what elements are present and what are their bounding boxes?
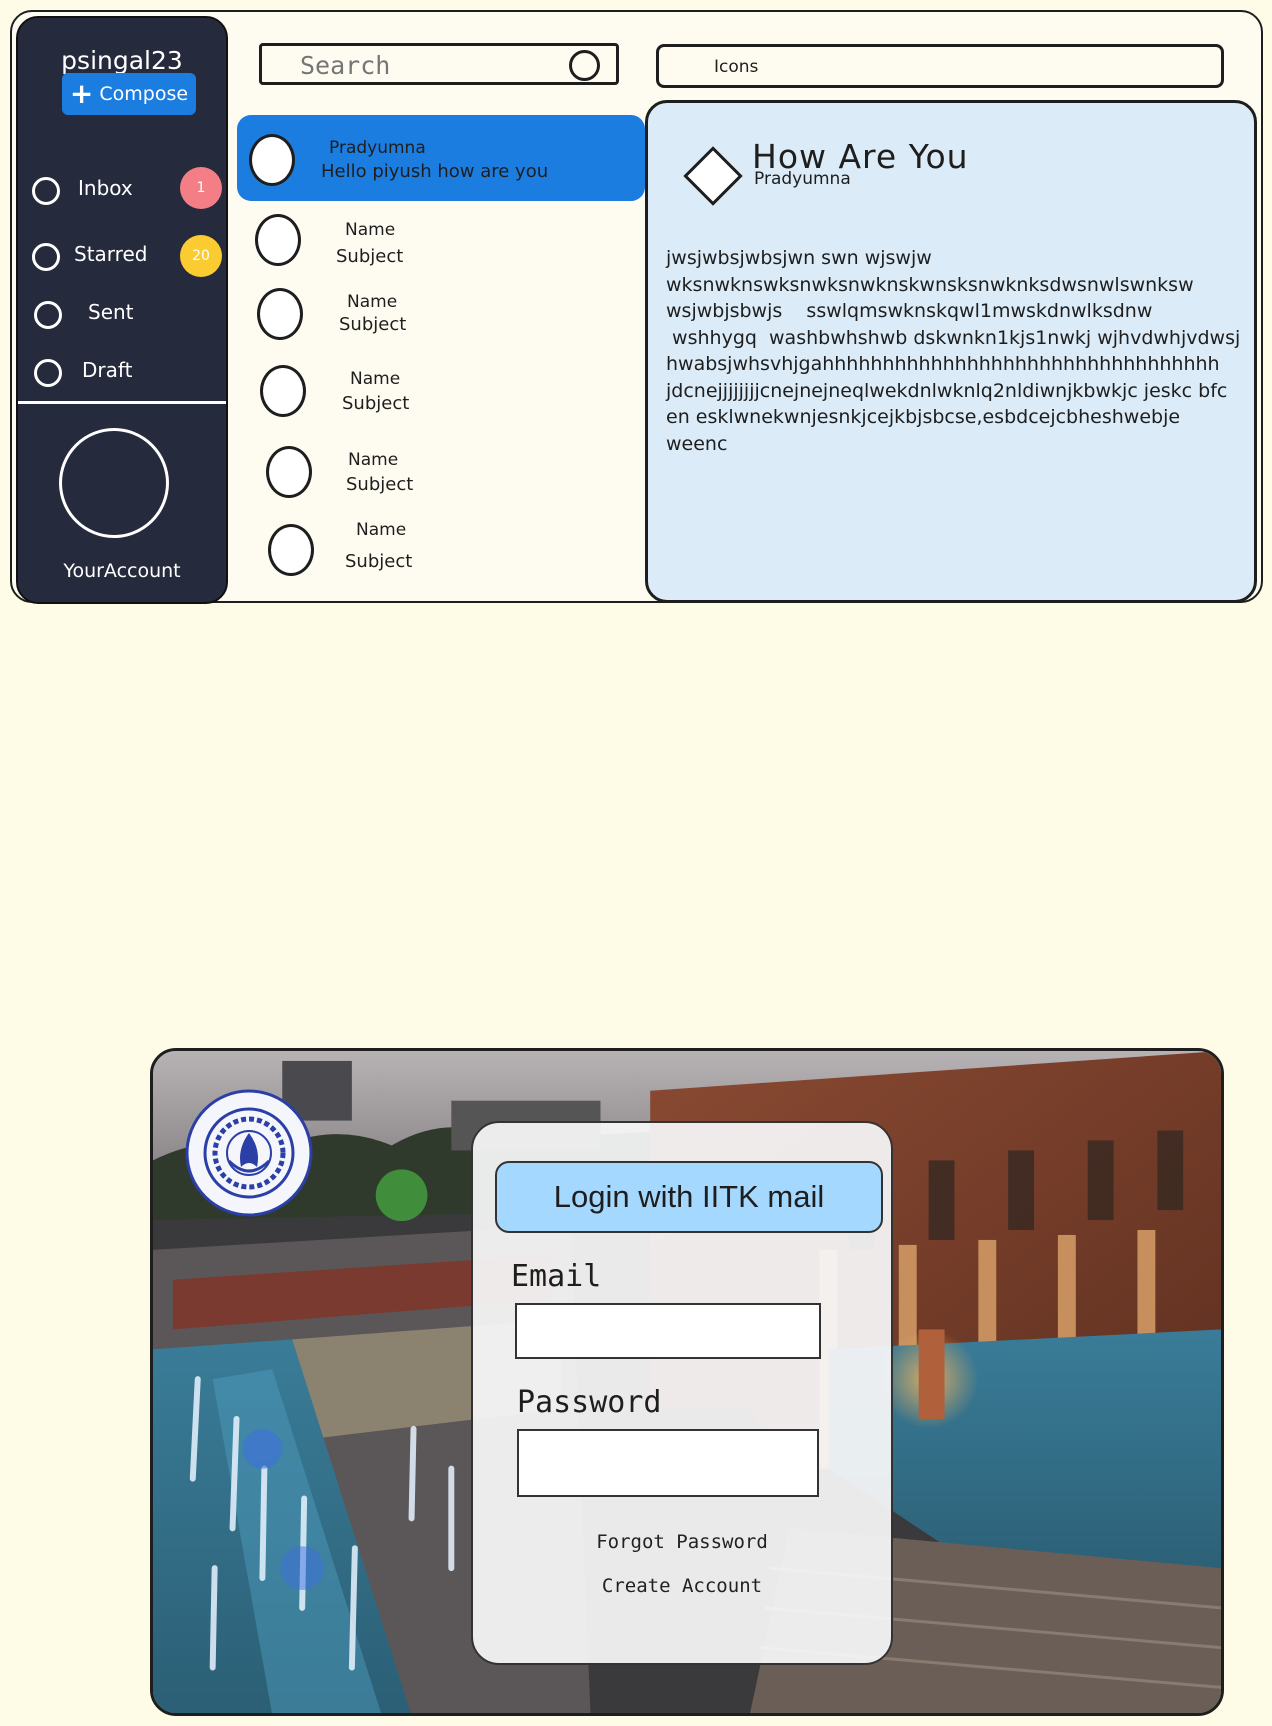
username: psingal23 [61,46,183,75]
login-with-iitk-button[interactable]: Login with IITK mail [495,1161,883,1233]
message-subject: Hello piyush how are you [321,161,549,182]
avatar[interactable] [59,428,169,538]
sender-avatar [257,288,303,340]
sidebar-item-draft[interactable]: Draft [32,352,222,392]
password-input[interactable] [519,1431,817,1495]
radio-icon [34,301,62,329]
message-row[interactable]: Name Subject [257,282,657,362]
icons-label: Icons [714,57,759,77]
icons-toolbar[interactable]: Icons [656,44,1224,88]
message-sender: Name [348,450,399,470]
sender-avatar [255,214,301,266]
message-sender: Pradyumna [329,138,426,158]
sidebar-item-inbox[interactable]: Inbox 1 [32,167,222,210]
radio-icon [32,243,60,271]
compose-button[interactable]: + Compose [62,73,196,115]
sender-avatar [249,134,295,186]
email-label: Email [511,1259,602,1294]
create-account-link[interactable]: Create Account [473,1575,891,1597]
diamond-icon [683,146,743,206]
email-input[interactable] [517,1305,819,1357]
reading-pane: How Are You Pradyumna jwsjwbsjwbsjwn swn… [645,100,1257,603]
radio-icon [32,177,60,205]
message-row-selected[interactable]: Pradyumna Hello piyush how are you [237,115,645,201]
forgot-password-link[interactable]: Forgot Password [473,1531,891,1553]
plus-icon: + [69,77,94,110]
password-label: Password [517,1385,662,1420]
sidebar-item-label: Starred [74,242,148,266]
message-sender: Name [347,292,398,312]
unread-count-badge: 1 [180,167,222,209]
compose-label: Compose [99,83,189,105]
sidebar-item-sent[interactable]: Sent [32,294,222,334]
message-row[interactable]: Name Subject [260,360,660,440]
search-box[interactable] [259,43,619,85]
sender-avatar [268,524,314,576]
message-sender: Name [345,220,396,240]
search-input[interactable] [298,49,562,81]
message-sender: Name [350,369,401,389]
message-subject: Subject [342,393,410,414]
sidebar-divider [18,401,226,404]
sidebar-item-label: Sent [88,300,134,324]
search-icon[interactable] [569,50,600,81]
message-subject: Subject [336,246,404,267]
message-row[interactable]: Name Subject [266,442,666,522]
password-field[interactable] [517,1429,819,1497]
message-subject: Subject [345,551,413,572]
iitk-logo-icon [185,1089,313,1217]
message-row[interactable]: Name Subject [268,520,668,600]
sidebar-item-starred[interactable]: Starred 20 [32,235,222,277]
your-account-link[interactable]: YourAccount [18,560,226,582]
sidebar-item-label: Inbox [78,176,133,200]
sender-avatar [266,446,312,498]
login-card: Login with IITK mail Email Password Forg… [471,1121,893,1665]
starred-count-badge: 20 [180,235,222,277]
radio-icon [34,359,62,387]
login-screen: Login with IITK mail Email Password Forg… [150,1048,1224,1716]
email-body: jwsjwbsjwbsjwn swn wjswjw wksnwknswksnwk… [666,247,1241,455]
email-sender: Pradyumna [754,169,851,189]
sender-avatar [260,365,306,417]
message-subject: Subject [339,314,407,335]
sidebar-item-label: Draft [82,358,133,382]
message-sender: Name [356,520,407,540]
message-row[interactable]: Name Subject [255,210,655,290]
message-subject: Subject [346,474,414,495]
sidebar: psingal23 + Compose Inbox 1 Starred 20 S… [16,16,228,604]
email-field[interactable] [515,1303,821,1359]
